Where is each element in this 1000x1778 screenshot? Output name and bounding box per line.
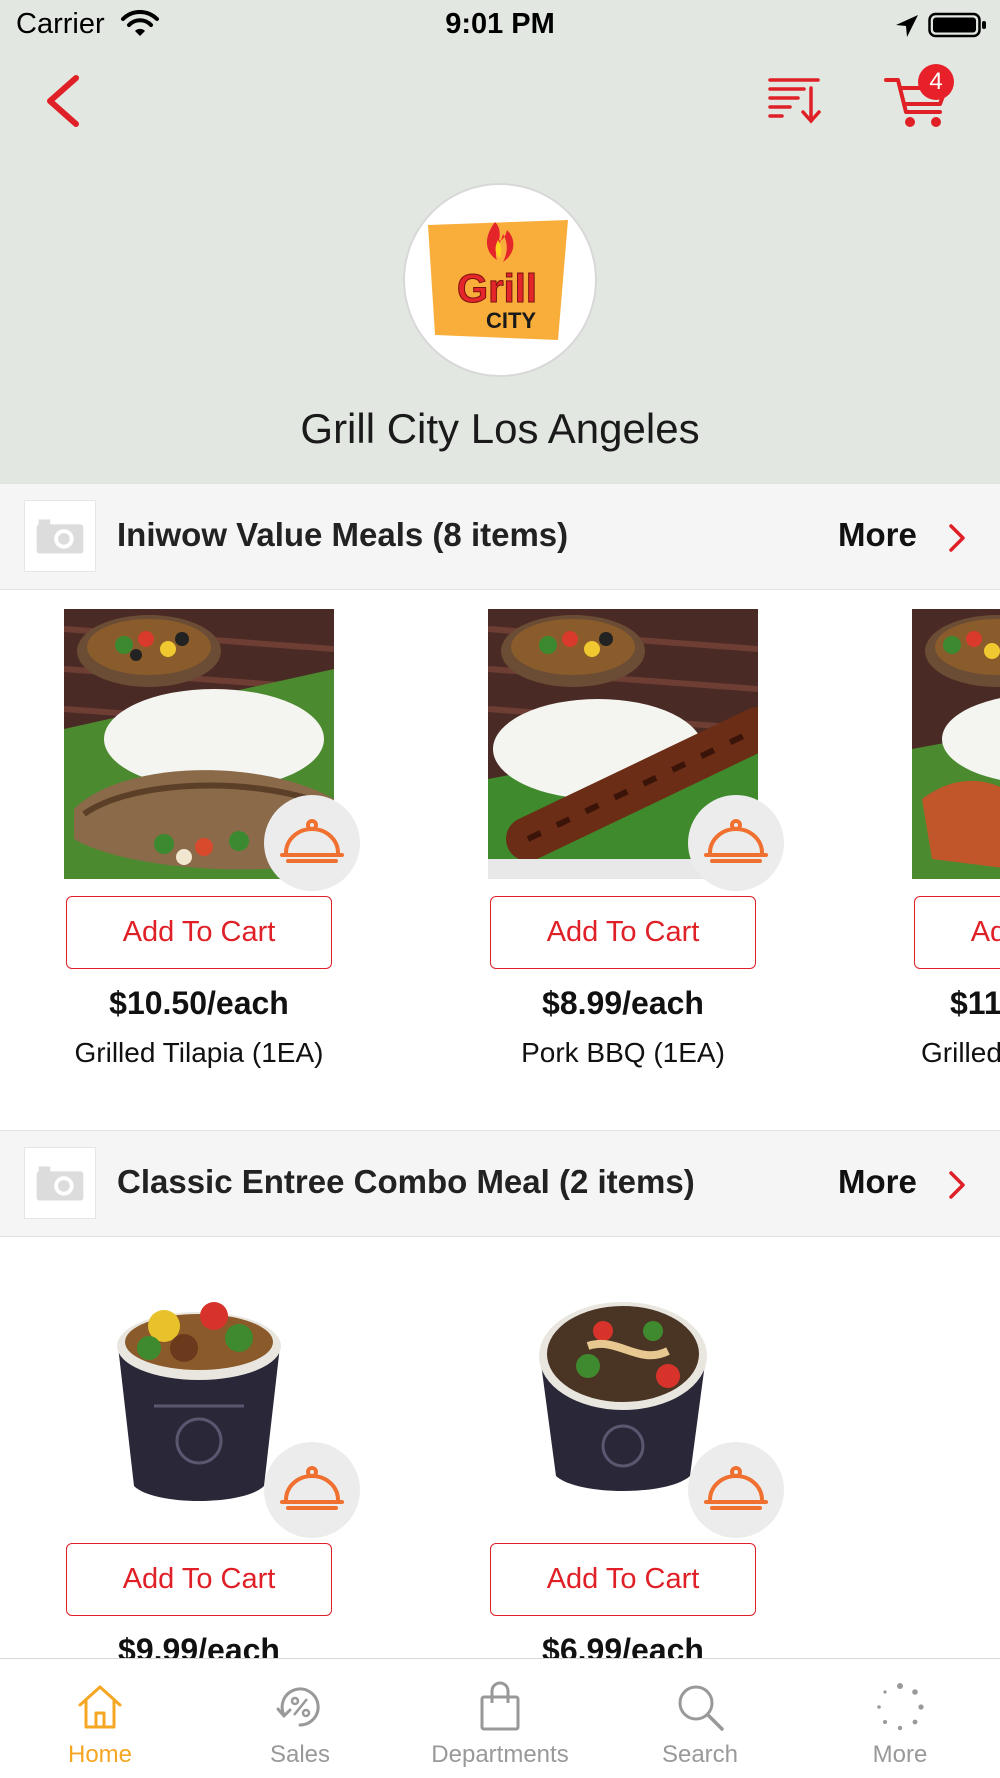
product-price: $8.99/each [542,985,704,1021]
chevron-right-icon[interactable] [945,522,969,554]
cloche-icon [280,1466,344,1510]
tab-bar: Home Sales Departments Search More [0,1658,1000,1778]
section-title: Iniwow Value Meals (8 items) [117,516,569,553]
cloche-icon [704,1466,768,1510]
location-arrow-icon [896,15,918,37]
search-icon [678,1685,724,1731]
add-to-cart-button[interactable]: Add To Cart [490,1543,756,1616]
section-header-value-meals: Iniwow Value Meals (8 items) More [0,483,1000,590]
add-to-cart-button[interactable]: Add To Cart [66,896,332,969]
tab-departments[interactable]: Departments [400,1659,600,1778]
clock: 9:01 PM [445,8,555,40]
camera-icon [24,500,96,572]
back-button[interactable] [38,68,88,134]
add-to-cart-button[interactable]: Add To Cart [914,896,1000,969]
section-more-link[interactable]: More [838,1163,917,1201]
add-to-cart-button[interactable]: Add To Cart [66,1543,332,1616]
product-name: Grilled [921,1037,1000,1068]
tab-label: Home [67,1741,133,1768]
camera-icon [24,1147,96,1219]
tab-more[interactable]: More [800,1659,1000,1778]
home-icon [78,1685,122,1729]
tab-label: Search [661,1741,739,1768]
store-header: Carrier 9:01 PM 4 Grill CITY Grill City … [0,0,1000,483]
product-card-partial: Add To Cart $11 Grilled [912,609,1000,1079]
svg-text:Grill: Grill [457,267,537,311]
status-bar: Carrier 9:01 PM [0,0,1000,50]
dish-options-button[interactable] [264,1442,360,1538]
tab-sales[interactable]: Sales [200,1659,400,1778]
cloche-icon [280,819,344,863]
product-name: Grilled Tilapia (1EA) [74,1037,324,1068]
grill-city-logo: Grill CITY [428,220,568,340]
tab-home[interactable]: Home [0,1659,200,1778]
tab-label: Departments [431,1741,569,1768]
dish-options-button[interactable] [688,1442,784,1538]
sales-icon [276,1687,320,1727]
tab-label: Sales [269,1741,331,1768]
store-name: Grill City Los Angeles [300,405,700,452]
product-name: Pork BBQ (1EA) [521,1037,725,1068]
section-header-classic-entree: Classic Entree Combo Meal (2 items) More [0,1130,1000,1237]
chevron-right-icon[interactable] [945,1169,969,1201]
sort-icon[interactable] [764,72,824,128]
cloche-icon [704,819,768,863]
svg-text:CITY: CITY [486,308,536,333]
section-title: Classic Entree Combo Meal (2 items) [117,1163,695,1200]
dish-options-button[interactable] [264,795,360,891]
product-price: $10.50/each [109,985,289,1021]
more-dots-icon [877,1683,924,1731]
product-price: $11 [950,985,1000,1021]
add-to-cart-button[interactable]: Add To Cart [490,896,756,969]
battery-icon [928,12,986,38]
dish-options-button[interactable] [688,795,784,891]
cart-count-badge: 4 [918,64,954,100]
tab-label: More [872,1741,928,1768]
bag-icon [480,1681,520,1731]
product-image-grilled[interactable] [912,609,1000,879]
tab-search[interactable]: Search [600,1659,800,1778]
section-more-link[interactable]: More [838,516,917,554]
